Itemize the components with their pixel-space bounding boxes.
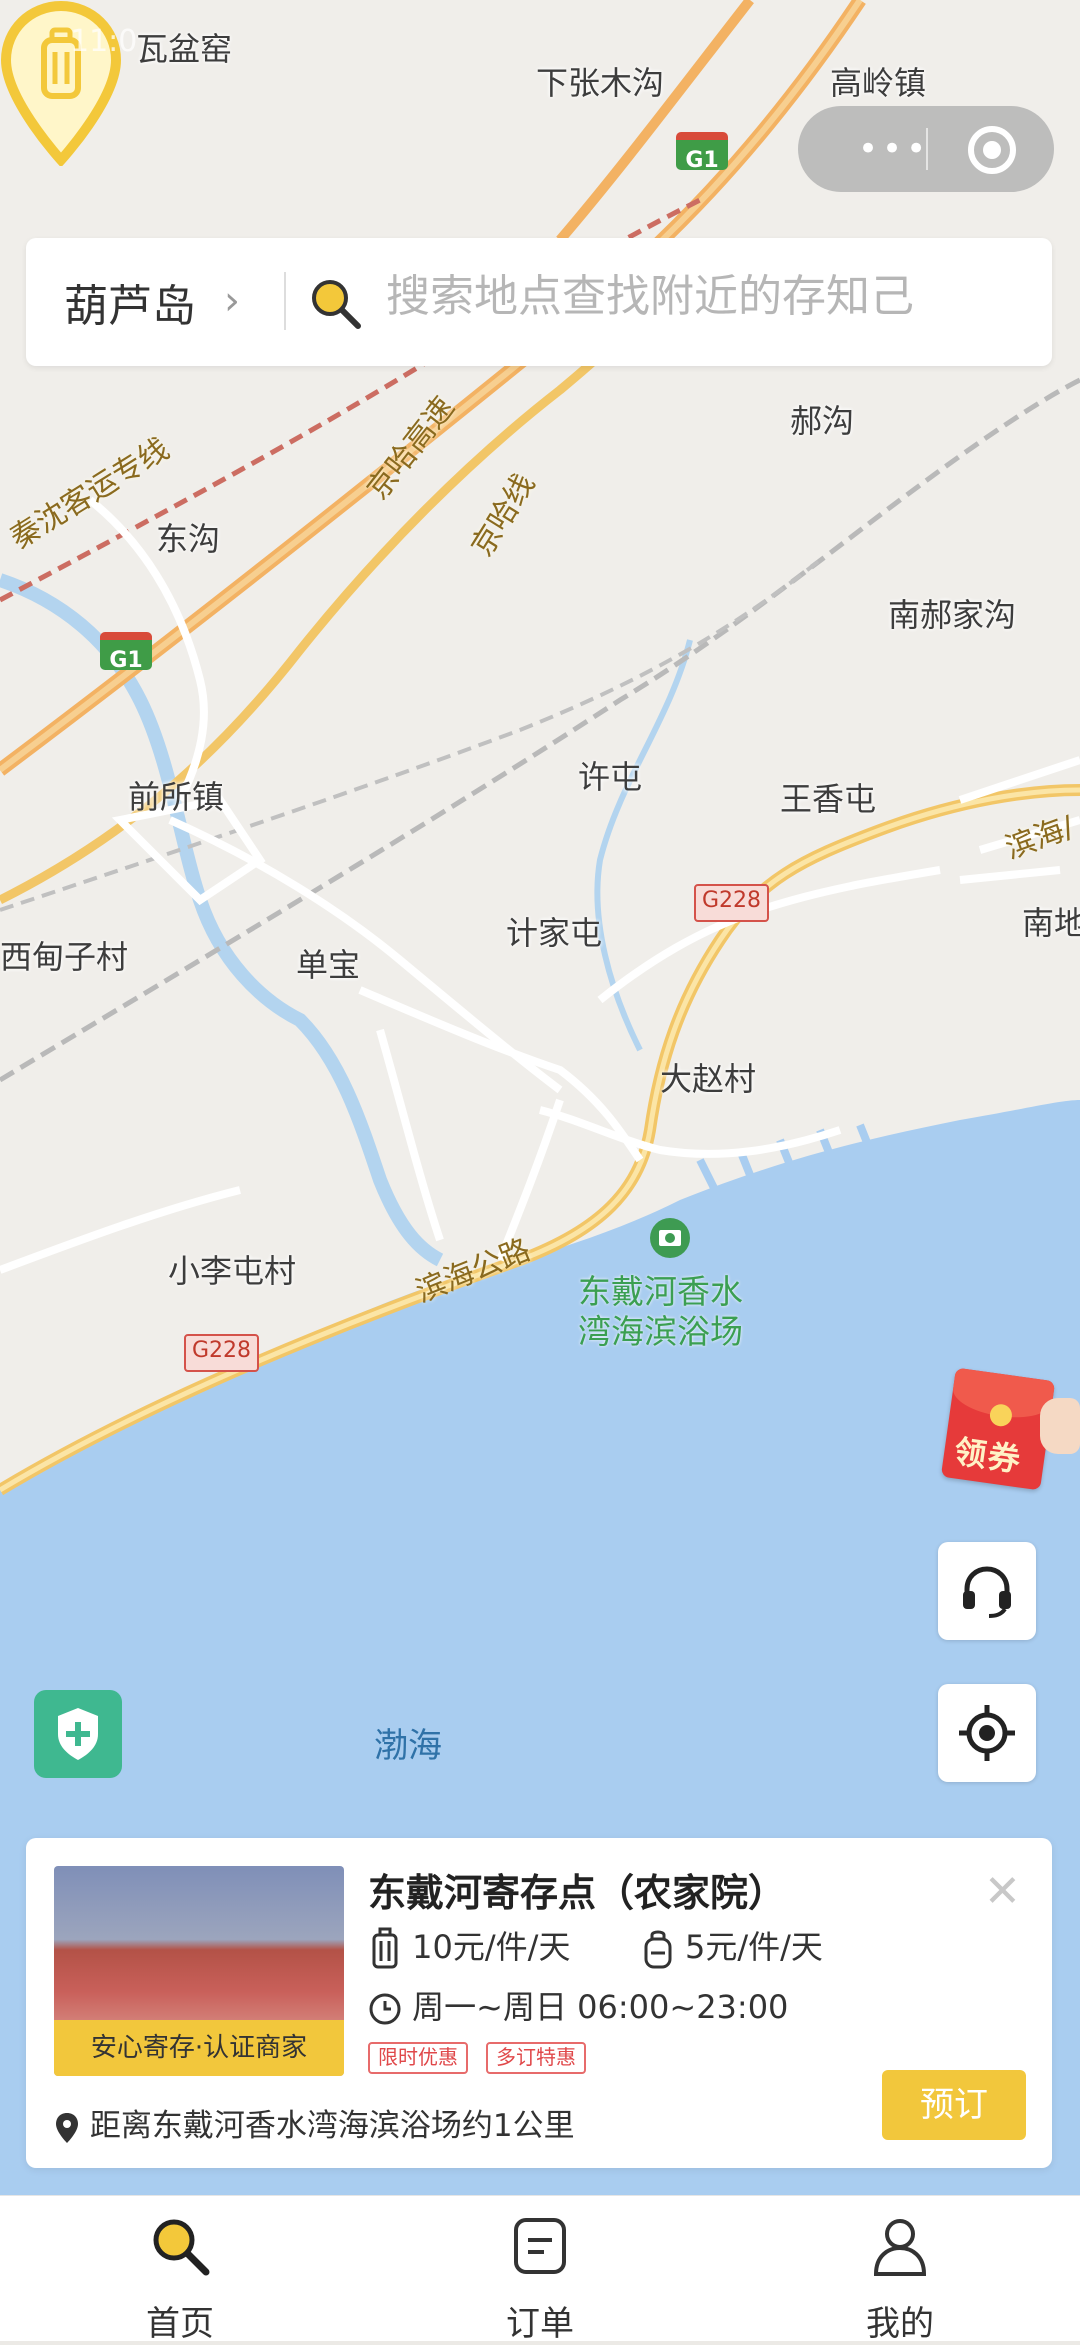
price-row: 10元/件/天 5元/件/天 [368,1922,823,1970]
bag-price: 5元/件/天 [684,1928,823,1966]
red-envelope-icon: 领券 [940,1367,1056,1491]
place-label: 东沟 [156,520,221,558]
more-icon[interactable]: ••• [858,132,930,166]
tab-label: 首页 [146,2304,214,2344]
order-icon [514,2218,566,2274]
search-icon[interactable] [308,276,364,332]
highway-shield: G1 [676,132,728,173]
search-bar: 葫芦岛 › 搜索地点查找附近的存知己 [26,238,1052,366]
locate-icon [959,1705,1015,1761]
locate-button[interactable] [938,1684,1036,1782]
place-label: 许屯 [578,758,643,796]
tab-home[interactable]: 首页 [80,2196,280,2344]
close-miniprogram-icon[interactable] [968,126,1016,174]
bottom-tab-bar: 首页 订单 我的 [0,2195,1080,2344]
clock-icon [369,1993,401,2025]
place-label: 南郝家沟 [888,596,1017,634]
tab-mine[interactable]: 我的 [800,2196,1000,2344]
highway-shield: G228 [184,1334,260,1372]
distance-text: 距离东戴河香水湾海滨浴场约1公里 [89,2108,575,2144]
backpack-icon [644,1930,672,1969]
miniprogram-capsule[interactable]: ••• [798,106,1054,192]
place-label: 瓦盆窑 [136,30,233,68]
place-label: 小李屯村 [168,1252,297,1290]
certified-label: 安心寄存·认证商家 [54,2020,344,2076]
coupon-button[interactable]: 领券 [940,1367,1080,1491]
close-icon[interactable]: ✕ [984,1866,1021,1917]
tab-orders[interactable]: 订单 [440,2196,640,2344]
chevron-right-icon[interactable]: › [224,278,240,324]
store-name: 东戴河寄存点（农家院） [368,1871,787,1915]
luggage-icon [372,1927,398,1969]
divider [284,272,286,330]
customer-service-button[interactable] [938,1542,1036,1640]
headset-icon [963,1566,1011,1618]
place-label: 郝沟 [790,402,855,440]
highway-shield: G1 [100,632,152,673]
store-thumbnail[interactable]: 安心寄存·认证商家 [54,1866,344,2076]
place-label: 下张木沟 [536,64,665,102]
promo-tag: 多订特惠 [486,2042,586,2074]
envelope-seal [988,1402,1014,1428]
place-label: 王香屯 [780,780,877,818]
place-label: 单宝 [296,946,361,984]
luggage-price: 10元/件/天 [412,1928,571,1966]
user-icon [873,2219,927,2276]
place-label: 计家屯 [506,914,603,952]
business-hours: 周一~周日 06:00~23:00 [368,1982,788,2028]
safety-shield-button[interactable] [34,1690,122,1778]
tab-label: 订单 [506,2304,574,2344]
hand-icon [1040,1398,1080,1454]
store-card[interactable]: 安心寄存·认证商家 东戴河寄存点（农家院） ✕ 10元/件/天 5元/件/天 周… [26,1838,1052,2168]
place-label: 西甸子村 [0,938,129,976]
coupon-label: 领券 [951,1432,1025,1480]
promo-tag: 限时优惠 [368,2042,468,2074]
hours-text: 周一~周日 06:00~23:00 [412,1988,789,2026]
place-label: 大赵村 [660,1060,757,1098]
sea-label: 渤海 [374,1726,442,1766]
book-button[interactable]: 预订 [882,2070,1026,2140]
capsule-divider [926,128,928,170]
highway-shield: G228 [694,884,770,922]
search-input[interactable]: 搜索地点查找附近的存知己 [386,260,914,324]
tab-label: 我的 [866,2304,934,2344]
place-label: 前所镇 [128,778,225,816]
status-time: 11:0 [70,24,138,59]
location-pin-icon [56,2112,78,2143]
place-label: 高岭镇 [830,64,927,102]
search-icon [153,2219,210,2276]
shield-plus-icon [58,1708,98,1760]
poi-label[interactable]: 东戴河香水 湾海滨浴场 [578,1272,743,1352]
city-selector[interactable]: 葫芦岛 [64,270,196,334]
place-label: 南地 [1022,904,1080,942]
distance-info: 距离东戴河香水湾海滨浴场约1公里 [54,2100,575,2145]
